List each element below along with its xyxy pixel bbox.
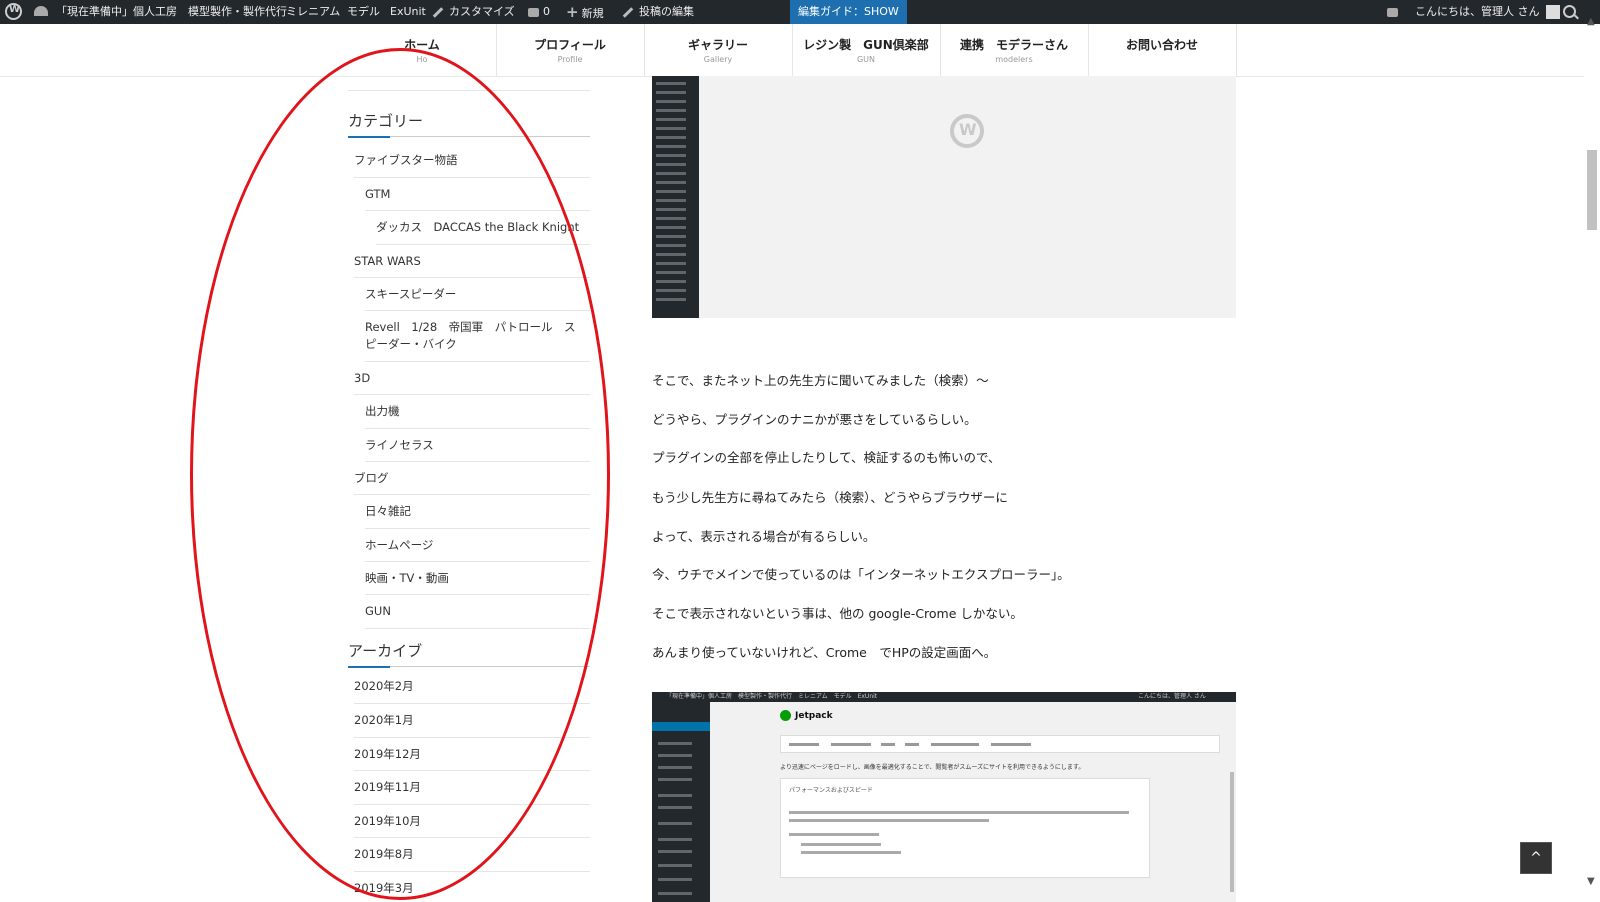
post-paragraph: 今、ウチでメインで使っているのは「インターネットエクスプローラー」。 <box>652 567 1070 582</box>
post-paragraph: あんまり使っていないけれど、Crome でHPの設定画面へ。 <box>652 645 997 660</box>
admin-bar-comments[interactable]: 0 <box>528 0 550 24</box>
post-paragraph: よって、表示される場合が有るらしい。 <box>652 529 876 544</box>
new-label: 新規 <box>581 7 604 20</box>
scrollbar-thumb[interactable] <box>1587 150 1597 230</box>
category-item[interactable]: ファイブスター物語 <box>354 144 590 178</box>
nav-item-modelers[interactable]: 連携 モデラーさん modelers <box>940 24 1089 76</box>
category-item[interactable]: 日々雑記 <box>365 495 590 529</box>
admin-bar-site-name[interactable]: 「現在準備中」個人工房 模型製作・製作代行 <box>56 0 287 24</box>
plus-icon: + <box>566 3 579 21</box>
archives-title: アーカイブ <box>348 642 423 660</box>
admin-bar-notifications[interactable] <box>1387 0 1402 24</box>
category-item[interactable]: ブログ <box>354 462 590 495</box>
thumb-panel-title: パフォーマンスおよびスピード <box>789 787 873 794</box>
back-to-top-button[interactable]: ^ <box>1520 842 1552 874</box>
wordpress-logo-icon[interactable] <box>5 3 22 20</box>
thumb-admin-bar-text: 「現在準備中」個人工房 模型製作・製作代行 ミレニアム モデル ExUnit <box>666 693 878 700</box>
archive-item[interactable]: 2019年3月 <box>354 872 590 900</box>
nav-label: ギャラリー <box>687 38 748 52</box>
scroll-up-icon[interactable]: ▲ <box>1587 16 1595 27</box>
thumb-tabs <box>780 735 1220 753</box>
screenshot-image-2: 「現在準備中」個人工房 模型製作・製作代行 ミレニアム モデル ExUnit こん… <box>652 692 1236 902</box>
thumb-lead-text: より迅速にページをロードし、画像を最適化することで、閲覧者がスムーズにサイトを利… <box>780 764 1085 771</box>
admin-bar-link-millennium[interactable]: ミレニアム <box>286 0 340 24</box>
nav-item-gun-club[interactable]: レジン製 GUN倶楽部 GUN <box>792 24 941 76</box>
nav-label: プロフィール <box>534 38 606 52</box>
notification-icon <box>1387 7 1398 17</box>
archive-item[interactable]: 2019年12月 <box>354 738 590 771</box>
admin-menu-thumbnail <box>652 76 699 318</box>
admin-bar-edit-post[interactable]: 投稿の編集 <box>622 0 694 24</box>
thumb-settings-panel: パフォーマンスおよびスピード <box>780 778 1150 878</box>
greeting-text: こんにちは、管理人 さん <box>1415 5 1540 18</box>
nav-sublabel: Profile <box>557 55 583 64</box>
admin-bar-account[interactable]: こんにちは、管理人 さん <box>1415 0 1560 24</box>
category-item[interactable]: STAR WARS <box>354 245 590 278</box>
category-item[interactable]: スキースピーダー <box>365 278 590 311</box>
nav-sublabel: GUN <box>856 55 876 64</box>
category-item[interactable]: GTM <box>365 178 590 211</box>
thumb-scrollbar <box>1230 772 1234 892</box>
nav-label: レジン製 GUN倶楽部 <box>803 38 929 52</box>
categories-title: カテゴリー <box>348 112 424 130</box>
global-nav: ホーム Ho プロフィール Profile ギャラリー Gallery レジン製 GU… <box>348 24 1237 76</box>
admin-bar-new[interactable]: + 新規 <box>566 0 604 24</box>
pencil-icon <box>622 6 634 18</box>
admin-bar-link-exunit[interactable]: ExUnit <box>390 0 426 24</box>
category-item[interactable]: Revell 1/28 帝国軍 パトロール スピーダー・バイク <box>365 311 590 362</box>
edit-post-label: 投稿の編集 <box>639 5 694 18</box>
thumb-admin-menu <box>652 702 710 902</box>
archive-item[interactable]: 2019年8月 <box>354 838 590 872</box>
comment-icon <box>528 7 539 17</box>
nav-sublabel: Gallery <box>703 55 733 64</box>
archives-underline <box>348 666 590 668</box>
nav-label: お問い合わせ <box>1125 38 1198 52</box>
archive-item[interactable]: 2019年11月 <box>354 771 590 805</box>
category-item[interactable]: 3D <box>354 362 590 395</box>
archive-item[interactable]: 2019年10月 <box>354 805 590 838</box>
admin-bar: 「現在準備中」個人工房 模型製作・製作代行 ミレニアム モデル ExUnit カ… <box>0 0 1600 24</box>
thumb-jetpack-title: Jetpack <box>780 710 833 721</box>
post-paragraph: そこで表示されないという事は、他の google-Crome しかない。 <box>652 606 1023 621</box>
page-scrollbar[interactable]: ▲ ▼ <box>1584 16 1600 900</box>
nav-item-profile[interactable]: プロフィール Profile <box>496 24 645 76</box>
category-item[interactable]: ダッカス DACCAS the Black Knight <box>376 211 590 245</box>
comments-count: 0 <box>543 5 550 18</box>
archive-item[interactable]: 2020年2月 <box>354 670 590 704</box>
post-paragraph: プラグインの全部を停止したりして、検証するのも怖いので、 <box>652 450 1001 465</box>
nav-item-contact[interactable]: お問い合わせ <box>1088 24 1237 76</box>
post-paragraph: もう少し先生方に尋ねてみたら（検索）、どうやらブラウザーに <box>652 490 1008 505</box>
scroll-down-icon[interactable]: ▼ <box>1587 876 1595 887</box>
category-item[interactable]: 出力機 <box>365 395 590 429</box>
nav-item-gallery[interactable]: ギャラリー Gallery <box>644 24 793 76</box>
avatar-icon <box>1545 5 1560 19</box>
categories-underline <box>348 136 590 138</box>
nav-sublabel: modelers <box>995 55 1033 64</box>
category-item[interactable]: ホームページ <box>365 529 590 562</box>
wordpress-watermark-icon <box>950 114 984 148</box>
admin-bar-edit-guide[interactable]: 編集ガイド：SHOW <box>790 0 907 24</box>
nav-label: ホーム <box>404 38 440 52</box>
thumb-greeting: こんにちは、管理人 さん <box>1138 693 1206 700</box>
category-item[interactable]: GUN <box>365 595 590 629</box>
search-icon[interactable] <box>1563 5 1576 18</box>
nav-sublabel: Ho <box>416 55 428 64</box>
sidebar-divider <box>348 90 590 91</box>
category-item[interactable]: 映画・TV・動画 <box>365 562 590 595</box>
category-item[interactable]: ライノセラス <box>365 429 590 462</box>
admin-bar-customize[interactable]: カスタマイズ <box>432 0 515 24</box>
nav-item-home[interactable]: ホーム Ho <box>348 24 497 76</box>
admin-bar-link-model[interactable]: モデル <box>347 0 380 24</box>
dashboard-gauge-icon[interactable] <box>34 6 48 16</box>
archive-item[interactable]: 2020年1月 <box>354 704 590 738</box>
nav-label: 連携 モデラーさん <box>959 38 1068 52</box>
brush-icon <box>432 6 444 18</box>
thumb-admin-bar: 「現在準備中」個人工房 模型製作・製作代行 ミレニアム モデル ExUnit こん… <box>652 692 1236 702</box>
post-paragraph: どうやら、プラグインのナニかが悪さをしているらしい。 <box>652 412 977 427</box>
post-paragraph: そこで、またネット上の先生方に聞いてみました（検索）～ <box>652 373 989 388</box>
screenshot-image-1 <box>652 76 1236 318</box>
customize-label: カスタマイズ <box>449 5 515 18</box>
